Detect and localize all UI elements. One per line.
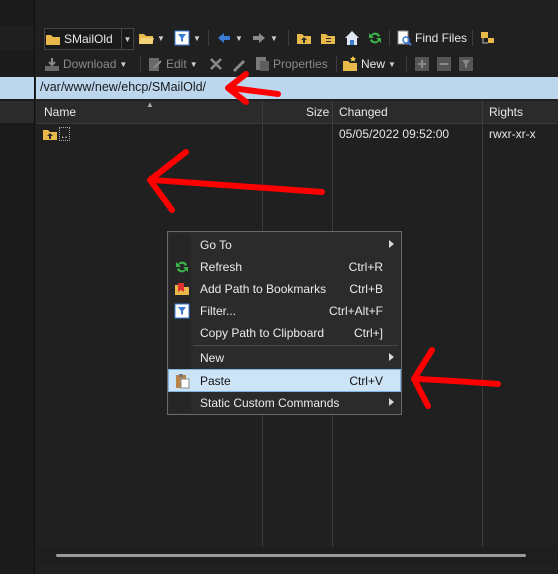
- annotation-arrow-paste: [411, 347, 501, 409]
- annotation-overlay: [147, 71, 501, 409]
- annotation-arrow-path: [225, 71, 281, 105]
- annotation-arrow-list: [147, 149, 325, 213]
